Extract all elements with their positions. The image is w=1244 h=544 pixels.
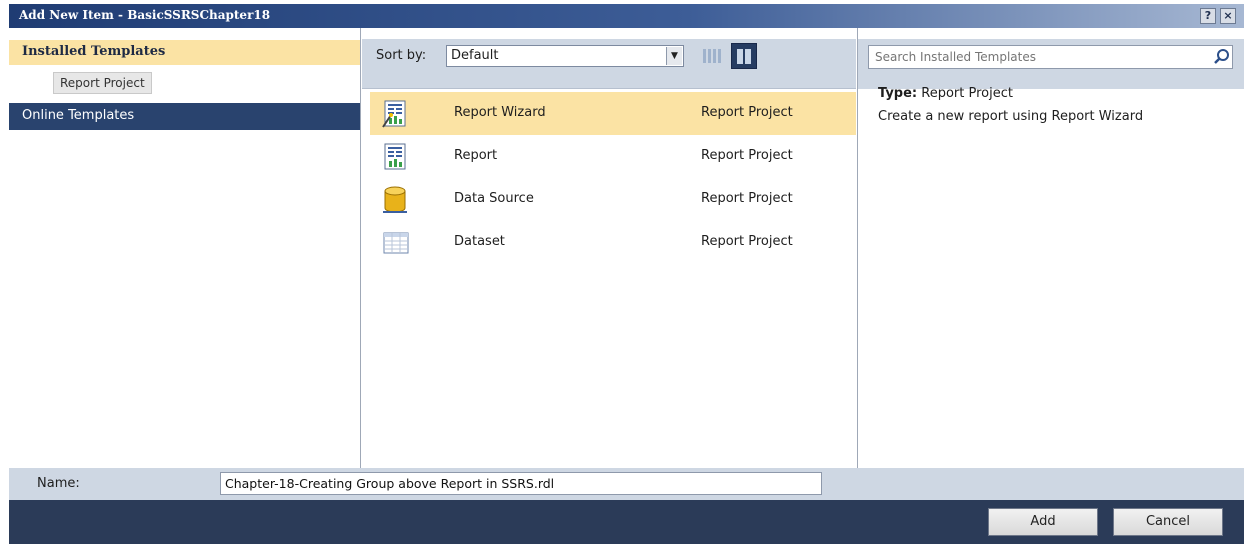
template-type: Report Project [701,234,793,249]
installed-templates-label: Installed Templates [22,44,166,59]
template-name: Report Wizard [454,105,546,120]
data-source-icon [383,186,407,213]
sort-by-label: Sort by: [376,48,427,63]
name-field[interactable] [220,472,822,495]
templates-list: Report Wizard Report Project Report Repo… [370,92,856,264]
type-label: Type: [878,86,918,101]
online-templates-header[interactable]: Online Templates [9,103,360,130]
add-button[interactable]: Add [988,508,1098,536]
dataset-icon [383,232,409,254]
help-button[interactable]: ? [1200,8,1216,24]
template-type: Report Project [701,148,793,163]
dialog-footer: Add Cancel [9,500,1244,544]
dialog-title: Add New Item - BasicSSRSChapter18 [19,8,271,22]
list-view-icon[interactable] [698,43,724,69]
template-name: Dataset [454,234,505,249]
cancel-button[interactable]: Cancel [1113,508,1223,536]
name-label: Name: [37,476,80,491]
close-button[interactable]: × [1220,8,1236,24]
sort-by-value: Default [451,48,499,63]
template-name: Report [454,148,498,163]
templates-list-panel: Sort by: Default ▼ Report Wizard Report … [362,28,856,468]
template-type-line: Type: Report Project [878,86,1143,101]
name-bar: Name: [9,468,1244,500]
template-item-dataset[interactable]: Dataset Report Project [370,221,856,264]
sort-toolbar: Sort by: Default ▼ [362,39,856,89]
template-item-data-source[interactable]: Data Source Report Project [370,178,856,221]
title-bar[interactable]: Add New Item - BasicSSRSChapter18 ? × [9,4,1244,28]
report-icon [384,143,406,170]
template-item-report-wizard[interactable]: Report Wizard Report Project [370,92,856,135]
template-name: Data Source [454,191,534,206]
search-icon[interactable] [1213,48,1231,66]
sort-by-select[interactable]: Default ▼ [446,45,684,67]
category-report-project[interactable]: Report Project [53,72,152,94]
report-wizard-icon [382,100,406,128]
template-description: Type: Report Project Create a new report… [878,86,1143,124]
details-view-icon[interactable] [731,43,757,69]
installed-templates-header[interactable]: Installed Templates [9,40,360,65]
template-type: Report Project [701,105,793,120]
template-item-report[interactable]: Report Report Project [370,135,856,178]
search-bar [858,39,1244,89]
template-categories-panel: Installed Templates Report Project Onlin… [9,28,361,468]
chevron-down-icon[interactable]: ▼ [666,47,682,65]
template-details-panel: Type: Report Project Create a new report… [857,28,1244,468]
online-templates-label: Online Templates [22,108,135,123]
add-new-item-dialog: Add New Item - BasicSSRSChapter18 ? × In… [9,4,1244,544]
type-value: Report Project [921,86,1013,101]
dialog-body: Installed Templates Report Project Onlin… [9,28,1244,468]
description-text: Create a new report using Report Wizard [878,109,1144,124]
search-templates-input[interactable] [868,45,1233,69]
template-type: Report Project [701,191,793,206]
